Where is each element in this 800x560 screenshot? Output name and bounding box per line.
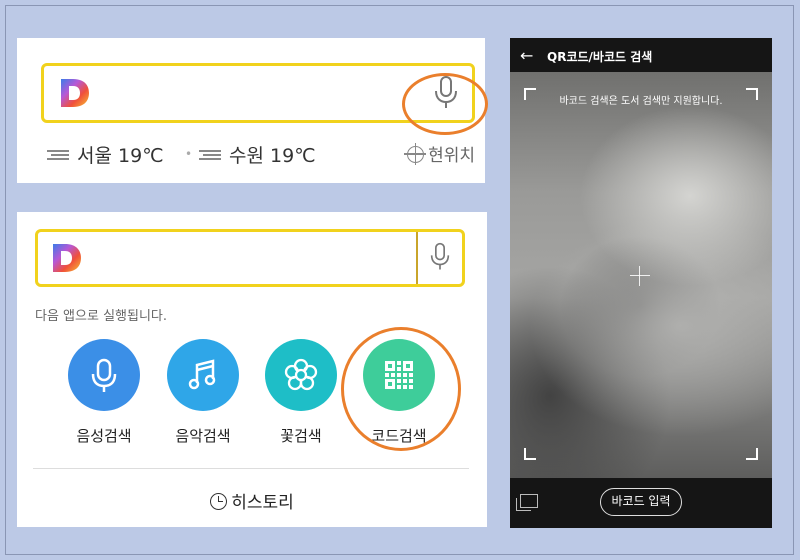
history-button[interactable]: 히스토리 — [17, 488, 487, 513]
daum-logo-icon — [53, 244, 81, 272]
weather-item: 서울 19℃ — [47, 141, 164, 168]
history-label: 히스토리 — [231, 493, 294, 513]
scanner-notice: 바코드 검색은 도서 검색만 지원합니다. — [559, 96, 723, 107]
clock-icon — [210, 492, 228, 510]
barcode-input-button[interactable]: 바코드 입력 — [600, 488, 682, 516]
location-target-icon — [404, 142, 427, 165]
divider — [33, 468, 469, 469]
current-location-button[interactable]: 현위치 — [404, 141, 475, 166]
search-bar[interactable] — [35, 229, 465, 287]
launch-description: 다음 앱으로 실행됩니다. — [35, 309, 167, 324]
back-arrow-icon[interactable]: ← — [520, 46, 533, 65]
app-search-panel: 다음 앱으로 실행됩니다. 음성검색 음악검색 꽃검색 코드검색 히스토리 — [17, 212, 487, 527]
weather-city: 수원 — [229, 145, 264, 167]
weather-city: 서울 — [77, 145, 112, 167]
scanner-header: ← QR코드/바코드 검색 — [510, 38, 772, 72]
button-label: 꽃검색 — [280, 427, 322, 445]
fog-icon — [199, 149, 221, 160]
weather-temp: 19℃ — [118, 145, 164, 167]
button-circle — [68, 339, 140, 411]
button-label: 음악검색 — [175, 427, 231, 445]
highlight-ring — [402, 73, 488, 135]
gallery-icon[interactable] — [516, 494, 538, 511]
scanner-title: QR코드/바코드 검색 — [547, 50, 653, 64]
separator-dot: • — [185, 147, 193, 161]
voice-search-app-button[interactable]: 음성검색 — [66, 339, 142, 446]
fog-icon — [47, 149, 69, 160]
frame-corner-icon — [746, 448, 758, 460]
music-search-app-button[interactable]: 음악검색 — [165, 339, 241, 446]
flower-search-app-button[interactable]: 꽃검색 — [263, 339, 339, 446]
weather-item: 수원 19℃ — [199, 141, 316, 168]
daum-logo-icon — [61, 79, 89, 107]
flower-icon — [284, 358, 318, 391]
button-label: 음성검색 — [76, 427, 132, 445]
button-circle — [265, 339, 337, 411]
location-label: 현위치 — [428, 146, 475, 166]
music-note-icon — [188, 359, 216, 390]
frame-corner-icon — [524, 88, 536, 100]
frame-corner-icon — [524, 448, 536, 460]
weather-temp: 19℃ — [270, 145, 316, 167]
mic-icon — [91, 358, 117, 392]
scanner-bottom-bar: 바코드 입력 — [510, 478, 772, 528]
mic-icon — [430, 242, 450, 270]
voice-search-button[interactable] — [416, 232, 462, 284]
search-panel: 서울 19℃ • 수원 19℃ 현위치 — [17, 38, 488, 183]
button-circle — [167, 339, 239, 411]
frame-corner-icon — [746, 88, 758, 100]
scanner-screen: ← QR코드/바코드 검색 바코드 검색은 도서 검색만 지원합니다. 바코드 … — [510, 38, 772, 528]
highlight-ring — [341, 327, 461, 451]
crosshair-icon — [630, 266, 650, 286]
